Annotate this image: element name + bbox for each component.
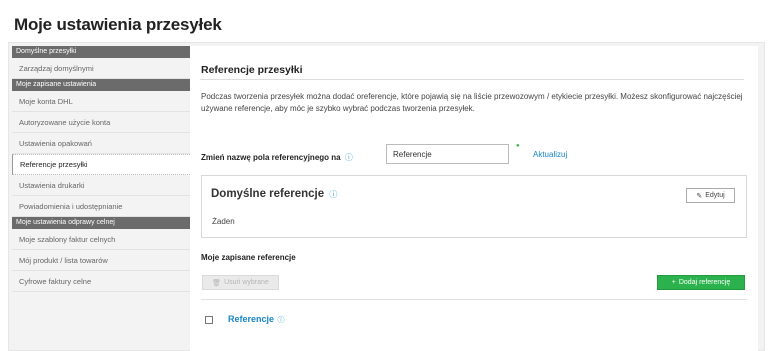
edit-icon: ✎ <box>696 192 703 200</box>
rename-label: Zmień nazwę pola referencyjnego na ⓘ <box>201 152 353 163</box>
sidebar-item-notifications[interactable]: Powiadomienia i udostępnianie <box>12 196 190 217</box>
sidebar-item-product-list[interactable]: Mój produkt / lista towarów <box>12 250 190 271</box>
default-reference-value: Żaden <box>212 217 235 226</box>
sidebar-item-packaging[interactable]: Ustawienia opakowań <box>12 133 190 154</box>
sidebar-item-references[interactable]: Referencje przesyłki <box>12 154 192 175</box>
remove-selected-button[interactable]: 🗑 Usuń wybrane <box>202 275 279 290</box>
saved-references-title: Moje zapisane referencje <box>201 253 296 262</box>
sidebar-item-invoice-templates[interactable]: Moje szablony faktur celnych <box>12 229 190 250</box>
add-reference-button[interactable]: + Dodaj referencję <box>657 275 745 290</box>
sidebar-group-header-saved: Moje zapisane ustawienia <box>12 79 190 91</box>
sidebar-group-header-default: Domyślne przesyłki <box>12 46 190 58</box>
reference-row-label[interactable]: Referencje ⓘ <box>228 314 285 325</box>
plus-icon: + <box>671 279 676 286</box>
sidebar-item-manage-defaults[interactable]: Zarządzaj domyślnymi <box>12 58 190 79</box>
info-icon[interactable]: ⓘ <box>329 190 337 199</box>
edit-button[interactable]: ✎ Edytuj <box>686 188 735 203</box>
reference-row-text[interactable]: Referencje <box>228 314 274 324</box>
list-divider <box>201 299 747 300</box>
sidebar-item-printer[interactable]: Ustawienia drukarki <box>12 175 190 196</box>
section-title: Referencje przesyłki <box>201 64 303 76</box>
sidebar-item-dhl-accounts[interactable]: Moje konta DHL <box>12 91 190 112</box>
rename-label-text: Zmień nazwę pola referencyjnego na <box>201 153 341 162</box>
info-icon[interactable]: ⓘ <box>345 153 353 162</box>
page-title: Moje ustawienia przesyłek <box>14 15 222 34</box>
sidebar: Domyślne przesyłki Zarządzaj domyślnymi … <box>12 46 192 292</box>
section-divider <box>200 79 744 80</box>
input-status-icon: ● <box>516 143 520 149</box>
default-references-card: Domyślne referencje ⓘ ✎ Edytuj Żaden <box>201 175 747 238</box>
remove-button-label: Usuń wybrane <box>224 279 269 286</box>
add-button-label: Dodaj referencję <box>678 279 731 286</box>
sidebar-item-digital-invoices[interactable]: Cyfrowe faktury celne <box>12 271 190 292</box>
main-content: Referencje przesyłki Podczas tworzenia p… <box>190 46 758 351</box>
trash-icon: 🗑 <box>212 279 222 287</box>
update-link[interactable]: Aktualizuj <box>533 150 567 159</box>
sidebar-group-header-customs: Moje ustawienia odprawy celnej <box>12 217 190 229</box>
reference-row-checkbox[interactable] <box>205 316 213 324</box>
section-description: Podczas tworzenia przesyłek można dodać … <box>201 92 743 113</box>
reference-name-input[interactable] <box>386 144 509 164</box>
card-title: Domyślne referencje ⓘ <box>211 188 337 200</box>
card-title-text: Domyślne referencje <box>211 188 325 200</box>
info-icon[interactable]: ⓘ <box>278 317 285 324</box>
sidebar-item-authorized-use[interactable]: Autoryzowane użycie konta <box>12 112 190 133</box>
edit-button-label: Edytuj <box>705 192 725 199</box>
